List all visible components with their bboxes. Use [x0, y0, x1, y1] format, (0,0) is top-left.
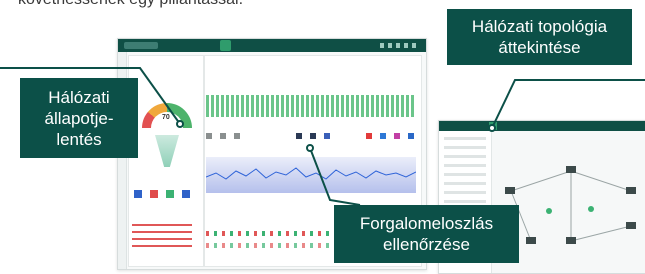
status-callout-line-3: lentés	[56, 129, 102, 149]
device-status-grid	[206, 95, 416, 117]
traffic-callout-line-1: Forgalomeloszlás	[359, 214, 494, 233]
status-connector-line	[0, 67, 100, 69]
traffic-callout-line-2: ellenőrzése	[383, 235, 470, 254]
header-toolbar-icons	[380, 43, 420, 48]
topology-callout-line-2: áttekintése	[498, 38, 581, 57]
topology-callout: Hálózati topológia áttekintése	[447, 9, 632, 65]
status-connector	[100, 67, 184, 128]
traffic-callout: Forgalomeloszlás ellenőrzése	[334, 205, 519, 263]
topology-connector	[488, 79, 645, 132]
topology-callout-line-1: Hálózati topológia	[471, 17, 608, 36]
app-header-bar	[118, 39, 426, 52]
home-icon	[220, 40, 231, 51]
app-logo	[124, 42, 158, 49]
intro-text: követhessenek egy pillantással.	[18, 0, 243, 9]
traffic-connector	[306, 144, 361, 206]
status-icons	[134, 190, 190, 198]
alert-list	[132, 224, 192, 250]
